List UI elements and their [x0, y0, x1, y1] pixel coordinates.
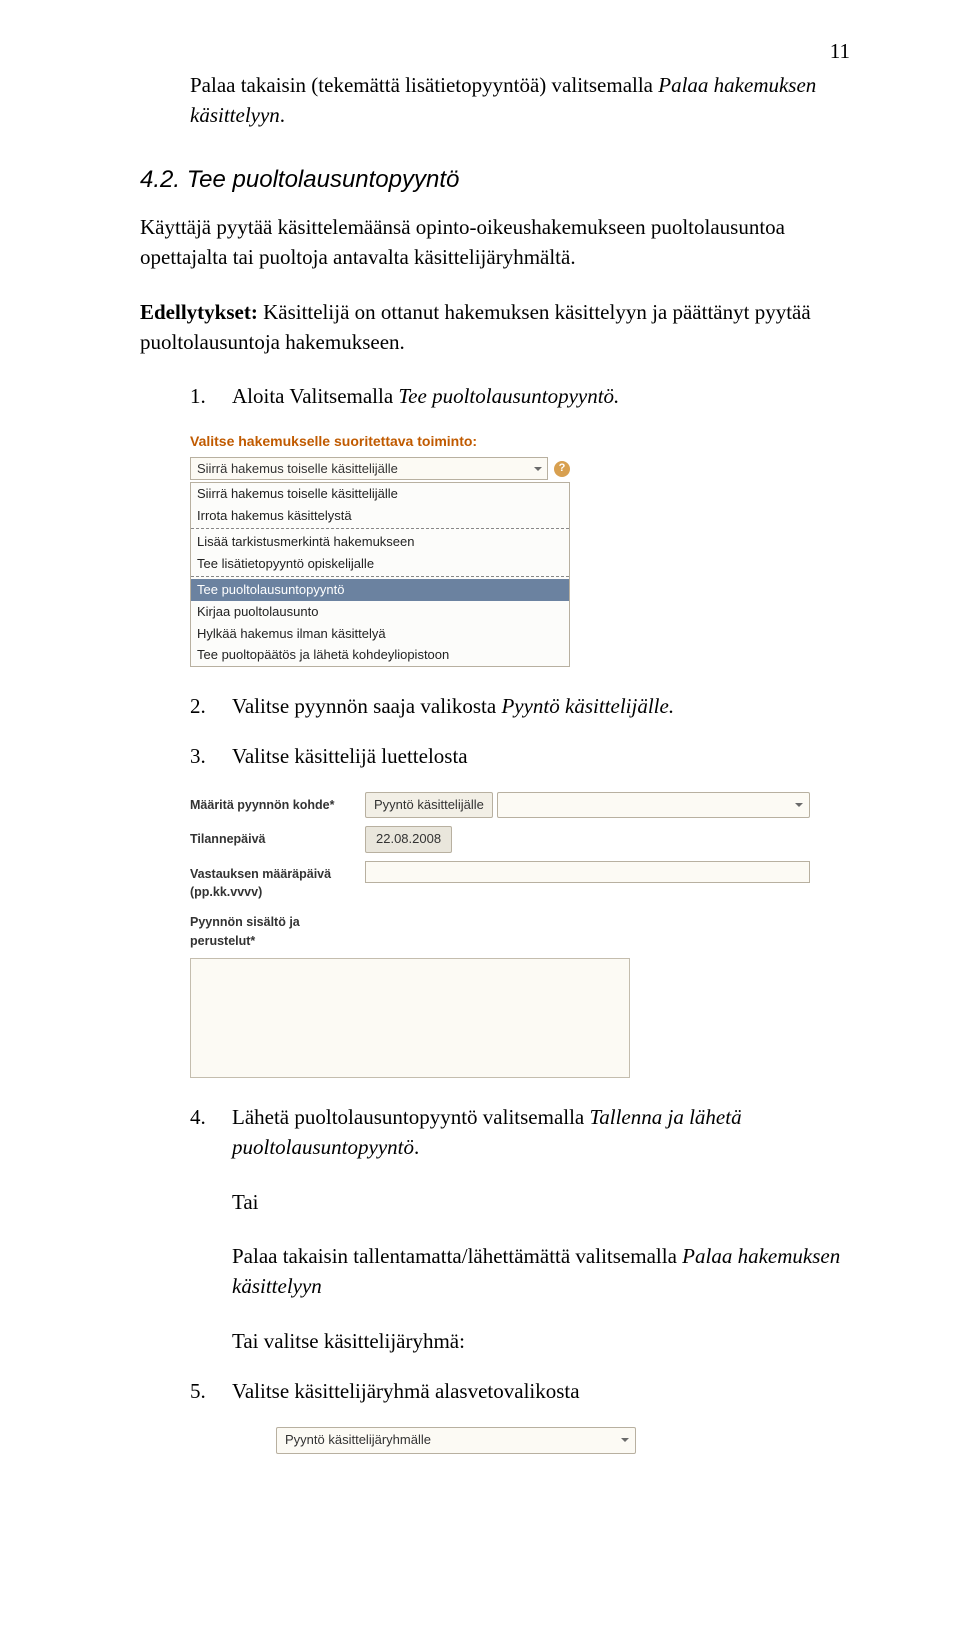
step-1-a: Aloita Valitsemalla: [232, 384, 398, 408]
action-option[interactable]: Irrota hakemus käsittelystä: [191, 505, 569, 527]
screenshot-group-dropdown: Pyyntö käsittelijäryhmälle: [276, 1427, 636, 1454]
step-4-or1: Tai: [232, 1187, 860, 1217]
step-num-1: 1.: [190, 381, 232, 411]
step-2-a: Valitse pyynnön saaja valikosta: [232, 694, 501, 718]
section-number: 4.2.: [140, 166, 180, 193]
group-dropdown[interactable]: Pyyntö käsittelijäryhmälle: [276, 1427, 636, 1454]
paragraph-1: Käyttäjä pyytää käsittelemäänsä opinto-o…: [140, 212, 860, 273]
prerequisites-label: Edellytykset:: [140, 300, 258, 324]
step-5: Valitse käsittelijäryhmä alasvetovalikos…: [232, 1376, 580, 1406]
action-option[interactable]: Tee puoltopäätös ja lähetä kohdeyliopist…: [191, 644, 569, 666]
form-label-date: Tilannepäivä: [190, 826, 365, 848]
action-option[interactable]: Lisää tarkistusmerkintä hakemukseen: [191, 531, 569, 553]
target-dropdown[interactable]: [497, 792, 810, 819]
page-number: 11: [830, 36, 850, 66]
step-num-4: 4.: [190, 1102, 232, 1357]
option-separator: [191, 528, 569, 529]
help-icon[interactable]: ?: [554, 461, 570, 477]
intro-text-a: Palaa takaisin (tekemättä lisätietopyynt…: [190, 73, 658, 97]
action-option[interactable]: Tee lisätietopyyntö opiskelijalle: [191, 553, 569, 575]
step-4-b: .: [414, 1135, 419, 1159]
intro-paragraph: Palaa takaisin (tekemättä lisätietopyynt…: [190, 70, 860, 131]
section-title: Tee puoltolausuntopyyntö: [187, 166, 460, 193]
step-num-5: 5.: [190, 1376, 232, 1406]
deadline-input[interactable]: [365, 861, 810, 883]
action-option-list[interactable]: Siirrä hakemus toiselle käsittelijälleIr…: [190, 482, 570, 666]
form-label-deadline: Vastauksen määräpäivä (pp.kk.vvvv): [190, 861, 365, 901]
step-1-i: Tee puoltolausuntopyyntö.: [398, 384, 619, 408]
screenshot-request-form: Määritä pyynnön kohde* Pyyntö käsittelij…: [190, 792, 810, 1078]
action-option[interactable]: Kirjaa puoltolausunto: [191, 601, 569, 623]
form-label-target: Määritä pyynnön kohde*: [190, 792, 365, 814]
step-4-or2: Tai valitse käsittelijäryhmä:: [232, 1326, 860, 1356]
step-2-i: Pyyntö käsittelijälle.: [501, 694, 674, 718]
action-option[interactable]: Siirrä hakemus toiselle käsittelijälle: [191, 483, 569, 505]
screenshot-action-dropdown: Valitse hakemukselle suoritettava toimin…: [190, 432, 570, 667]
step-num-3: 3.: [190, 741, 232, 771]
step-num-2: 2.: [190, 691, 232, 721]
intro-text-b: .: [280, 103, 285, 127]
action-select[interactable]: Siirrä hakemus toiselle käsittelijälle: [190, 457, 548, 481]
action-option[interactable]: Tee puoltolausuntopyyntö: [191, 579, 569, 601]
request-content-textarea[interactable]: [190, 958, 630, 1078]
step-4-alt-a: Palaa takaisin tallentamatta/lähettämätt…: [232, 1244, 682, 1268]
step-4-a: Lähetä puoltolausuntopyyntö valitsemalla: [232, 1105, 590, 1129]
target-selected-value: Pyyntö käsittelijälle: [365, 792, 493, 819]
paragraph-2: Edellytykset: Käsittelijä on ottanut hak…: [140, 297, 860, 358]
form-label-content: Pyynnön sisältö ja perustelut*: [190, 909, 365, 949]
option-separator: [191, 576, 569, 577]
status-date: 22.08.2008: [365, 826, 452, 853]
step-3: Valitse käsittelijä luettelosta: [232, 741, 468, 771]
dropdown-title: Valitse hakemukselle suoritettava toimin…: [190, 432, 570, 451]
action-option[interactable]: Hylkää hakemus ilman käsittelyä: [191, 623, 569, 645]
